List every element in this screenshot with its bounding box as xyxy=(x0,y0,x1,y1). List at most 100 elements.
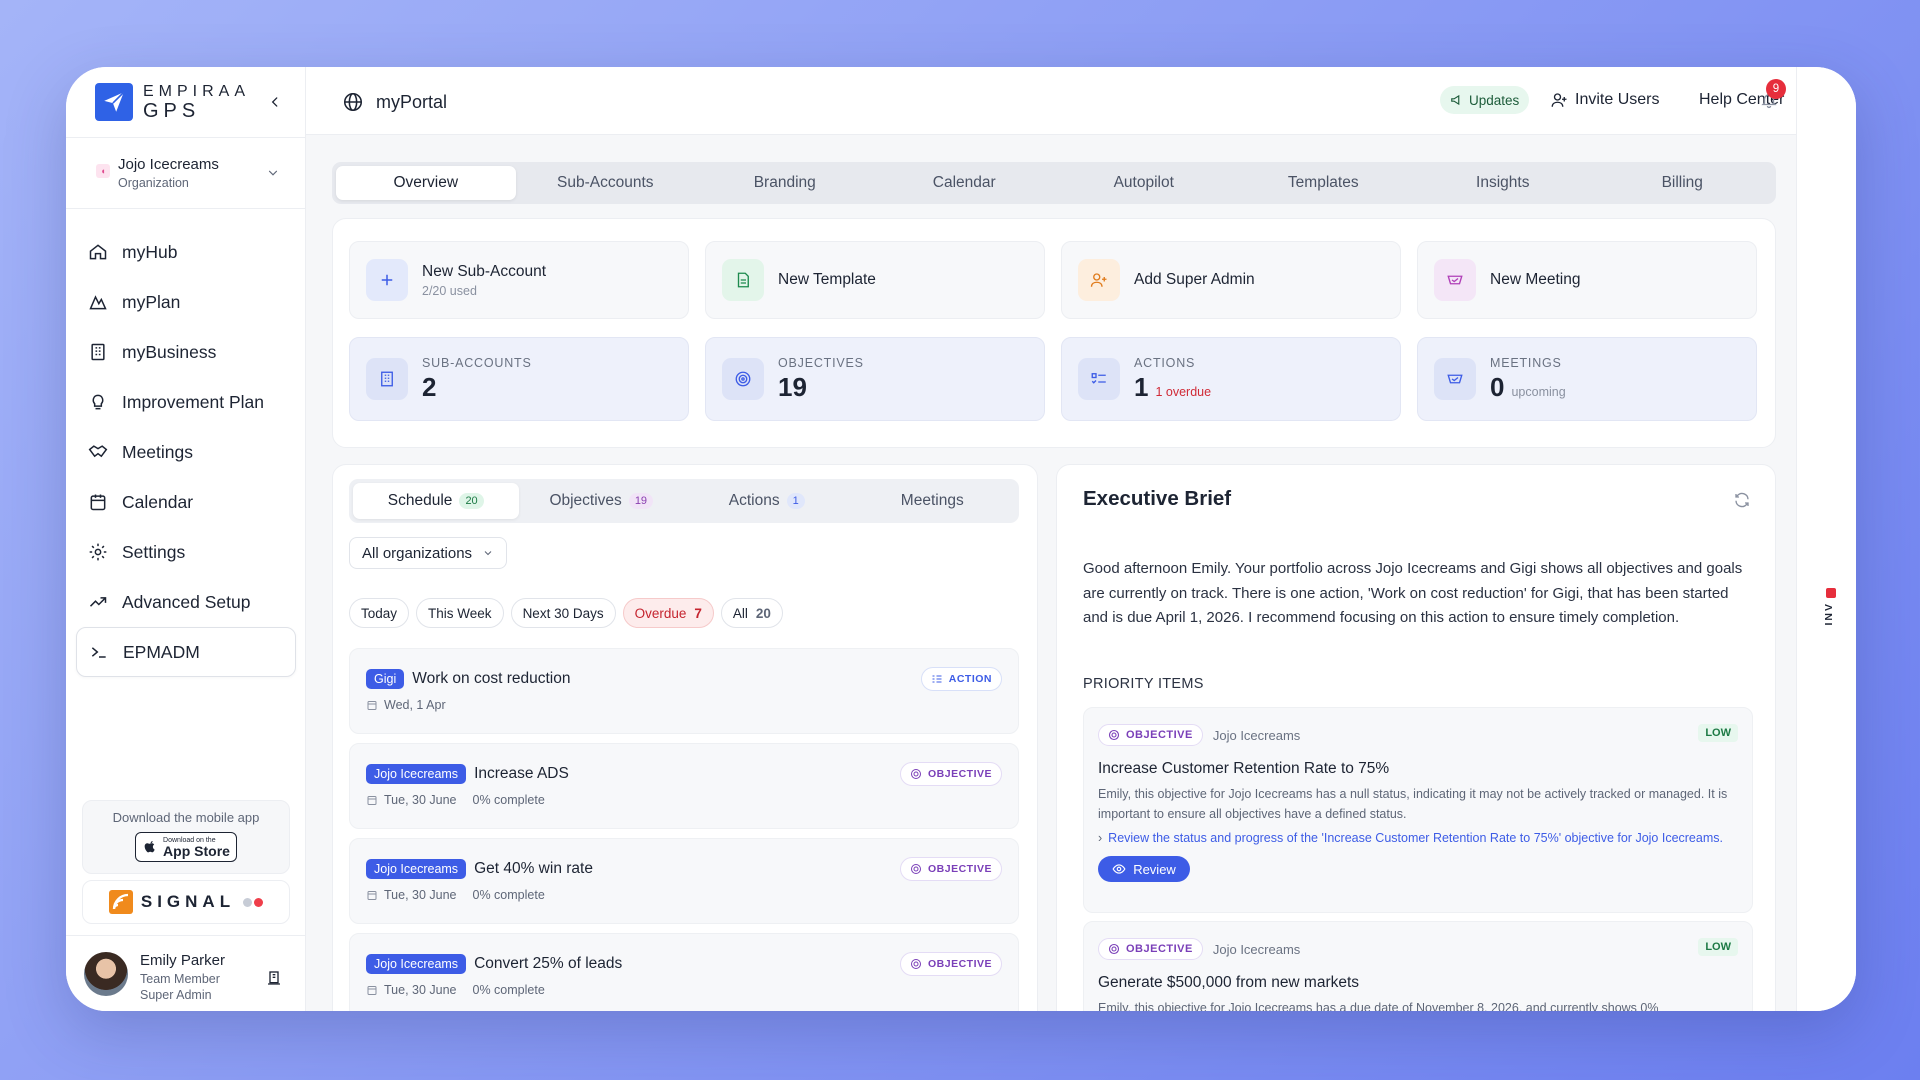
organization-filter[interactable]: All organizations xyxy=(349,537,508,569)
item-title: Work on cost reduction xyxy=(412,670,571,687)
chip-overdue[interactable]: Overdue 7 xyxy=(622,598,714,628)
priority-org: Jojo Icecreams xyxy=(1212,727,1301,743)
sidebar-item-myplan[interactable]: myPlan xyxy=(76,277,296,327)
org-badge: Jojo Icecreams xyxy=(366,859,467,879)
tab-objectives[interactable]: Objectives 19 xyxy=(519,483,685,519)
user-plus-icon xyxy=(1551,93,1567,107)
new-meeting-button[interactable]: New Meeting xyxy=(1417,241,1757,319)
user-role: Team Member Super Admin xyxy=(140,972,220,1003)
refresh-icon[interactable] xyxy=(1733,491,1751,509)
brand-logo[interactable]: EMPIRAA GPS xyxy=(95,83,250,121)
stat-sub-accounts[interactable]: SUB-ACCOUNTS 2 xyxy=(349,337,689,421)
notification-badge: 9 xyxy=(1766,79,1786,99)
org-icon: ◖ xyxy=(96,164,110,178)
sidebar-item-label: Calendar xyxy=(122,491,194,512)
tab-branding[interactable]: Branding xyxy=(695,166,875,200)
chip-next-30-days[interactable]: Next 30 Days xyxy=(510,598,616,628)
priority-org: Jojo Icecreams xyxy=(1212,941,1301,957)
chevron-down-icon xyxy=(268,170,278,176)
signal-widget[interactable]: SIGNAL xyxy=(82,880,290,924)
building-icon xyxy=(91,343,105,361)
user-profile[interactable]: Emily Parker Team Member Super Admin xyxy=(66,935,306,1011)
sidebar-item-mybusiness[interactable]: myBusiness xyxy=(76,327,296,377)
chevron-down-icon xyxy=(484,551,492,556)
priority-description: Emily, this objective for Jojo Icecreams… xyxy=(1098,1001,1659,1011)
side-label[interactable]: INV xyxy=(1823,602,1835,626)
priority-level-badge: LOW xyxy=(1698,724,1738,742)
priority-item: OBJECTIVE Jojo Icecreams LOW Generate $5… xyxy=(1083,921,1753,1011)
stat-objectives[interactable]: OBJECTIVES 19 xyxy=(705,337,1045,421)
tab-schedule[interactable]: Schedule 20 xyxy=(353,483,519,519)
sidebar-item-label: EPMADM xyxy=(123,641,200,662)
sidebar-item-improvement-plan[interactable]: Improvement Plan xyxy=(76,377,296,427)
priority-level-badge: LOW xyxy=(1698,938,1738,956)
handshake-icon xyxy=(1434,259,1476,301)
tab-actions[interactable]: Actions 1 xyxy=(684,483,850,519)
handshake-icon xyxy=(88,445,108,458)
stat-meetings[interactable]: MEETINGS 0 upcoming xyxy=(1417,337,1757,421)
handshake-icon xyxy=(1434,358,1476,400)
sidebar-item-label: Meetings xyxy=(122,441,194,462)
chip-this-week[interactable]: This Week xyxy=(416,598,504,628)
org-badge: Gigi xyxy=(366,669,405,689)
new-sub-account-button[interactable]: New Sub-Account 2/20 used xyxy=(349,241,689,319)
overview-panel: New Sub-Account 2/20 used New Template Ad… xyxy=(332,218,1776,448)
item-title: Get 40% win rate xyxy=(474,860,593,877)
date-filter-chips: Today This Week Next 30 Days Overdue 7 Al… xyxy=(349,598,783,628)
sidebar-item-myhub[interactable]: myHub xyxy=(76,227,296,277)
sidebar-item-label: Advanced Setup xyxy=(122,591,251,612)
calendar-icon xyxy=(367,796,377,805)
target-icon xyxy=(1108,729,1120,741)
target-icon xyxy=(910,959,921,969)
priority-items-label: PRIORITY ITEMS xyxy=(1083,676,1204,692)
brand-line2: GPS xyxy=(143,99,201,122)
review-button[interactable]: Review xyxy=(1098,856,1190,882)
sidebar-item-calendar[interactable]: Calendar xyxy=(76,477,296,527)
sidebar-item-advanced-setup[interactable]: Advanced Setup xyxy=(76,577,296,627)
add-super-admin-button[interactable]: Add Super Admin xyxy=(1061,241,1401,319)
tab-insights[interactable]: Insights xyxy=(1413,166,1593,200)
org-switcher[interactable]: ◖ Jojo Icecreams Organization xyxy=(66,137,306,209)
document-icon xyxy=(722,259,764,301)
executive-brief-panel: Executive Brief Good afternoon Emily. Yo… xyxy=(1056,464,1776,1011)
tab-billing[interactable]: Billing xyxy=(1593,166,1773,200)
new-template-button[interactable]: New Template xyxy=(705,241,1045,319)
sidebar-item-epmadm[interactable]: EPMADM xyxy=(76,627,296,677)
collapse-sidebar-button[interactable] xyxy=(264,91,286,113)
stat-actions[interactable]: ACTIONS 1 1 overdue xyxy=(1061,337,1401,421)
trend-icon xyxy=(89,597,107,607)
list-item[interactable]: Jojo Icecreams Convert 25% of leads Tue, … xyxy=(349,933,1019,1011)
updates-button[interactable]: Updates xyxy=(1440,86,1530,114)
chip-today[interactable]: Today xyxy=(349,598,410,628)
main-area: myPortal Updates Invite Users Help Cente… xyxy=(306,67,1796,1011)
app-store-button[interactable]: Download on the App Store xyxy=(135,832,237,862)
target-icon xyxy=(910,769,921,779)
sidebar: EMPIRAA GPS ◖ Jojo Icecreams Organizatio… xyxy=(66,67,306,1011)
lightbulb-icon xyxy=(92,394,104,410)
tab-templates[interactable]: Templates xyxy=(1234,166,1414,200)
tab-autopilot[interactable]: Autopilot xyxy=(1054,166,1234,200)
list-item[interactable]: Jojo Icecreams Get 40% win rate Tue, 30 J… xyxy=(349,838,1019,924)
list-item[interactable]: Jojo Icecreams Increase ADS Tue, 30 June 0… xyxy=(349,743,1019,829)
mobile-app-promo: Download the mobile app Download on the … xyxy=(82,800,290,874)
user-name: Emily Parker xyxy=(140,952,226,969)
target-icon xyxy=(722,358,764,400)
tab-sub-accounts[interactable]: Sub-Accounts xyxy=(516,166,696,200)
tab-overview[interactable]: Overview xyxy=(336,166,516,200)
building-small-icon[interactable] xyxy=(266,970,282,986)
target-icon xyxy=(910,864,921,874)
org-badge: Jojo Icecreams xyxy=(366,954,467,974)
tab-meetings[interactable]: Meetings xyxy=(850,483,1016,519)
sidebar-item-meetings[interactable]: Meetings xyxy=(76,427,296,477)
signal-word: SIGNAL xyxy=(140,892,236,911)
schedule-tabs: Schedule 20 Objectives 19 Actions 1 Meeting… xyxy=(349,479,1019,523)
chip-all[interactable]: All 20 xyxy=(720,598,783,628)
objective-tag: OBJECTIVE xyxy=(1098,938,1203,960)
tab-calendar[interactable]: Calendar xyxy=(875,166,1055,200)
schedule-panel: Schedule 20 Objectives 19 Actions 1 Meeting… xyxy=(332,464,1038,1011)
list-item[interactable]: Gigi Work on cost reduction Wed, 1 Apr AC… xyxy=(349,648,1019,734)
priority-recommendation-link[interactable]: › Review the status and progress of the '… xyxy=(1098,830,1738,847)
sidebar-item-settings[interactable]: Settings xyxy=(76,527,296,577)
checklist-icon xyxy=(932,675,942,683)
invite-users-button[interactable]: Invite Users xyxy=(1550,91,1659,109)
